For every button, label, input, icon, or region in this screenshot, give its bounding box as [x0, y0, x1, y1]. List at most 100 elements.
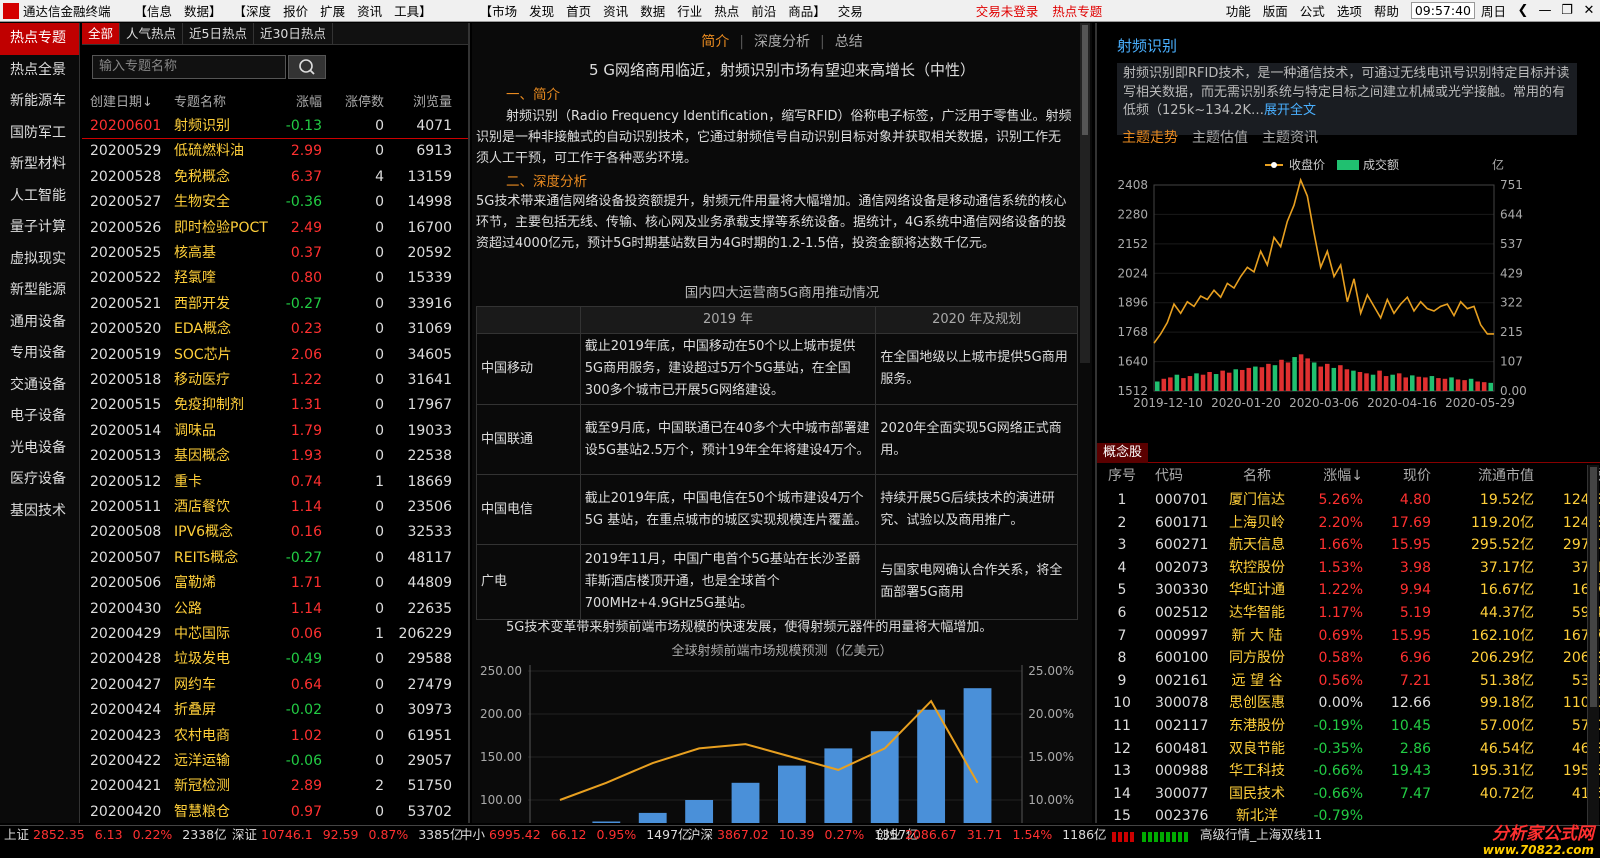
- concept-row[interactable]: 14 300077 国民技术 -0.66% 7.47 40.72亿 41.6: [1097, 783, 1600, 806]
- restore-icon[interactable]: ❐: [1556, 3, 1578, 18]
- table-row[interactable]: 20200427 网约车 0.64 0 27479: [82, 673, 468, 698]
- column-header-3[interactable]: 涨停数: [332, 91, 384, 110]
- table-row[interactable]: 20200513 基因概念 1.93 0 22538: [82, 444, 468, 469]
- detail-tab-2[interactable]: 主题资讯: [1262, 130, 1318, 146]
- minimize-icon[interactable]: —: [1534, 3, 1556, 18]
- menu-item-mid-0[interactable]: 【市场: [474, 1, 524, 20]
- table-row[interactable]: 20200511 酒店餐饮 1.14 0 23506: [82, 495, 468, 520]
- article-tab-2[interactable]: 总结: [825, 34, 873, 50]
- topic-search-input[interactable]: 输入专题名称: [92, 55, 286, 79]
- expand-full-text-link[interactable]: 展开全文: [1264, 103, 1316, 118]
- concept-row[interactable]: 2 600171 上海贝岭 2.20% 17.69 119.20亿 124.5: [1097, 512, 1600, 535]
- sidebar-item-14[interactable]: 医疗设备: [0, 464, 79, 496]
- detail-tab-1[interactable]: 主题估值: [1192, 130, 1248, 146]
- concept-col-2[interactable]: 名称: [1222, 465, 1292, 487]
- topic-tab-2[interactable]: 近5日热点: [183, 23, 254, 44]
- menu-item-mid-2[interactable]: 首页: [560, 1, 597, 20]
- table-row[interactable]: 20200512 重卡 0.74 1 18669: [82, 470, 468, 495]
- menu-item-mid-1[interactable]: 发现: [523, 1, 560, 20]
- menu-item-mid-7[interactable]: 前沿: [745, 1, 782, 20]
- menu-item-mid-3[interactable]: 资讯: [597, 1, 634, 20]
- concept-row[interactable]: 5 300330 华虹计通 1.22% 9.94 16.67亿 16.7: [1097, 579, 1600, 602]
- table-row[interactable]: 20200515 免疫抑制剂 1.31 0 17967: [82, 393, 468, 418]
- menu-item-right-4[interactable]: 帮助: [1368, 1, 1405, 20]
- concept-scrollbar[interactable]: [1587, 465, 1599, 825]
- concept-col-5[interactable]: 流通市值: [1442, 465, 1534, 487]
- sidebar-item-9[interactable]: 通用设备: [0, 307, 79, 339]
- table-row[interactable]: 20200508 IPV6概念 0.16 0 32533: [82, 520, 468, 545]
- menu-item-red-1[interactable]: 热点专题: [1045, 1, 1109, 20]
- table-row[interactable]: 20200428 垃圾发电 -0.49 0 29588: [82, 647, 468, 672]
- column-header-2[interactable]: 涨幅: [252, 91, 322, 110]
- table-row[interactable]: 20200422 远洋运输 -0.06 0 29057: [82, 749, 468, 774]
- menu-item-left-5[interactable]: 资讯: [351, 1, 388, 20]
- search-button[interactable]: [288, 55, 326, 79]
- sidebar-item-0[interactable]: 热点专题: [0, 23, 79, 55]
- menu-item-left-0[interactable]: 【信息: [129, 1, 179, 20]
- table-row[interactable]: 20200518 移动医疗 1.22 0 31641: [82, 368, 468, 393]
- menu-item-mid-6[interactable]: 热点: [708, 1, 745, 20]
- sidebar-item-12[interactable]: 电子设备: [0, 401, 79, 433]
- concept-row[interactable]: 10 300078 思创医惠 0.00% 12.66 99.18亿 110.0: [1097, 692, 1600, 715]
- article-tab-0[interactable]: 简介: [691, 34, 739, 50]
- topic-tab-3[interactable]: 近30日热点: [254, 23, 333, 44]
- menu-item-left-3[interactable]: 报价: [277, 1, 314, 20]
- sidebar-item-1[interactable]: 热点全景: [0, 55, 79, 87]
- sidebar-item-7[interactable]: 虚拟现实: [0, 244, 79, 276]
- concept-col-1[interactable]: 代码: [1155, 465, 1215, 487]
- menu-item-right-3[interactable]: 选项: [1331, 1, 1368, 20]
- concept-row[interactable]: 4 002073 软控股份 1.53% 3.98 37.17亿 37.1: [1097, 557, 1600, 580]
- menu-item-mid-5[interactable]: 行业: [671, 1, 708, 20]
- close-icon[interactable]: ✕: [1578, 3, 1600, 18]
- menu-item-mid-4[interactable]: 数据: [634, 1, 671, 20]
- article-tab-1[interactable]: 深度分析: [744, 34, 820, 50]
- table-row[interactable]: 20200421 新冠检测 2.89 2 51750: [82, 774, 468, 799]
- table-row[interactable]: 20200506 富勒烯 1.71 0 44809: [82, 571, 468, 596]
- article-scrollbar[interactable]: [1080, 23, 1090, 363]
- detail-tab-0[interactable]: 主题走势: [1122, 130, 1178, 146]
- table-row[interactable]: 20200514 调味品 1.79 0 19033: [82, 419, 468, 444]
- column-header-0[interactable]: 创建日期↓: [90, 91, 180, 110]
- concept-row[interactable]: 7 000997 新 大 陆 0.69% 15.95 162.10亿 167.7: [1097, 625, 1600, 648]
- table-row[interactable]: 20200424 折叠屏 -0.02 0 30973: [82, 698, 468, 723]
- concept-row[interactable]: 11 002117 东港股份 -0.19% 10.45 57.00亿 57.0: [1097, 715, 1600, 738]
- concept-stocks-tab[interactable]: 概念股: [1097, 443, 1149, 463]
- table-row[interactable]: 20200520 EDA概念 0.23 0 31069: [82, 317, 468, 342]
- menu-item-mid-8[interactable]: 商品】: [782, 1, 832, 20]
- table-row[interactable]: 20200423 农村电商 1.02 0 61951: [82, 724, 468, 749]
- concept-row[interactable]: 9 002161 远 望 谷 0.56% 7.21 51.38亿 53.3: [1097, 670, 1600, 693]
- sidebar-item-3[interactable]: 国防军工: [0, 118, 79, 150]
- menu-item-right-2[interactable]: 公式: [1294, 1, 1331, 20]
- table-row[interactable]: 20200525 核高基 0.37 0 20592: [82, 241, 468, 266]
- table-row[interactable]: 20200527 生物安全 -0.36 0 14998: [82, 190, 468, 215]
- menu-item-right-0[interactable]: 功能: [1220, 1, 1257, 20]
- concept-row[interactable]: 1 000701 厦门信达 5.26% 4.80 19.52亿 124.5: [1097, 489, 1600, 512]
- menu-item-mid-9[interactable]: 交易: [832, 1, 869, 20]
- sidebar-item-5[interactable]: 人工智能: [0, 181, 79, 213]
- index-ticker-4[interactable]: 创业 2086.67 31.71 1.54% 1186亿: [876, 826, 1107, 844]
- menu-item-right-1[interactable]: 版面: [1257, 1, 1294, 20]
- topic-tab-1[interactable]: 人气热点: [120, 23, 184, 44]
- concept-col-0[interactable]: 序号: [1107, 465, 1137, 487]
- menu-item-left-4[interactable]: 扩展: [314, 1, 351, 20]
- sidebar-item-6[interactable]: 量子计算: [0, 212, 79, 244]
- table-row[interactable]: 20200521 西部开发 -0.27 0 33916: [82, 292, 468, 317]
- table-row[interactable]: 20200529 低硫燃料油 2.99 0 6913: [82, 139, 468, 164]
- sidebar-item-4[interactable]: 新型材料: [0, 149, 79, 181]
- table-row[interactable]: 20200429 中芯国际 0.06 1 206229: [82, 622, 468, 647]
- table-row[interactable]: 20200430 公路 1.14 0 22635: [82, 597, 468, 622]
- sidebar-item-10[interactable]: 专用设备: [0, 338, 79, 370]
- concept-row[interactable]: 13 000988 华工科技 -0.66% 19.43 195.31亿 195.3: [1097, 760, 1600, 783]
- concept-row[interactable]: 3 600271 航天信息 1.66% 15.95 295.52亿 297.0: [1097, 534, 1600, 557]
- index-ticker-2[interactable]: 中小 6995.42 66.12 0.95% 1497亿: [460, 826, 691, 844]
- index-ticker-1[interactable]: 深证 10746.1 92.59 0.87% 3385亿: [232, 826, 463, 844]
- topic-tab-0[interactable]: 全部: [82, 23, 121, 44]
- table-row[interactable]: 20200420 智慧粮仓 0.97 0 53702: [82, 800, 468, 825]
- menu-item-red-0[interactable]: 交易未登录: [969, 1, 1046, 20]
- table-row[interactable]: 20200601 射频识别 -0.13 0 4071: [82, 114, 468, 140]
- table-row[interactable]: 20200507 REITs概念 -0.27 0 48117: [82, 546, 468, 571]
- menu-item-left-1[interactable]: 数据】: [178, 1, 228, 20]
- sidebar-item-11[interactable]: 交通设备: [0, 370, 79, 402]
- concept-row[interactable]: 6 002512 达华智能 1.17% 5.19 44.37亿 59.4: [1097, 602, 1600, 625]
- sidebar-item-13[interactable]: 光电设备: [0, 433, 79, 465]
